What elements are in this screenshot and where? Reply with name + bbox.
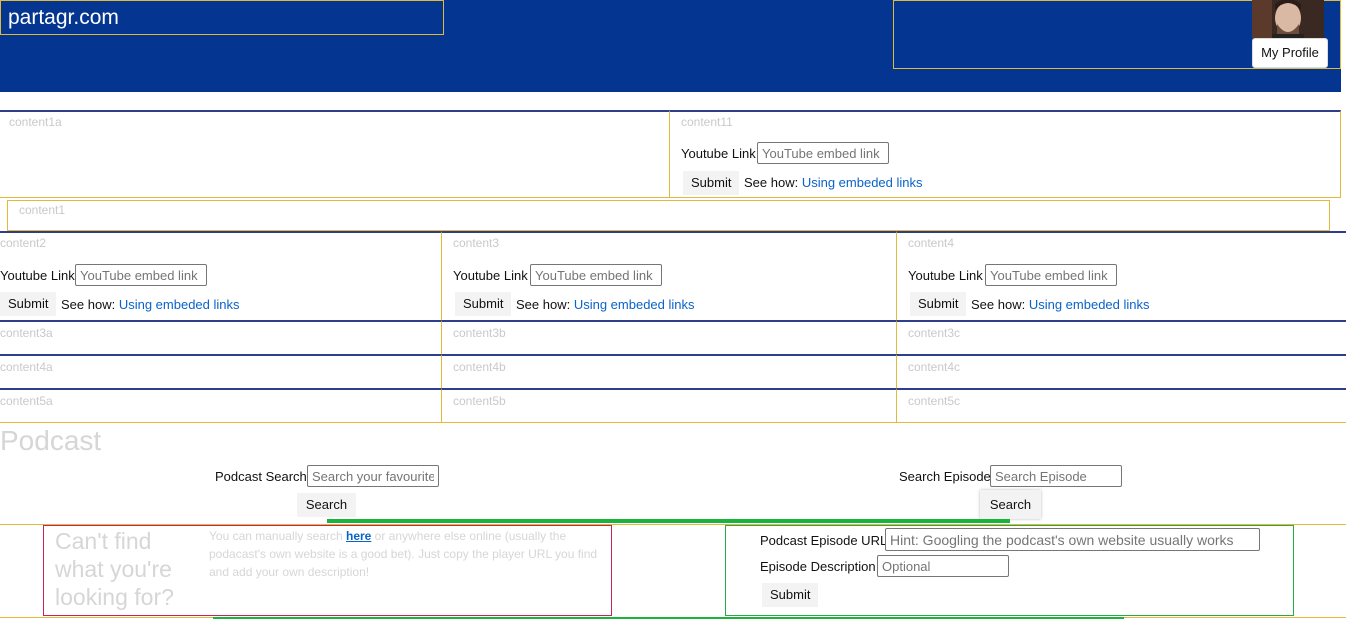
episode-url-input[interactable] (885, 528, 1260, 551)
youtube-link-label: Youtube Link (0, 268, 75, 283)
cell-label: content3c (908, 326, 961, 340)
cell-label: content11 (681, 115, 733, 129)
cell-label: content4 (908, 236, 955, 250)
content-cell-5a (0, 388, 442, 423)
cell-label: content5a (0, 394, 53, 408)
see-how-label: See how: (971, 297, 1026, 312)
green-divider (213, 617, 1124, 619)
youtube-link-input[interactable] (530, 264, 662, 286)
cell-label: content3b (453, 326, 506, 340)
search-progress-bar (327, 519, 1010, 523)
content-cell-3a (0, 320, 442, 355)
content-cell-1a (0, 110, 670, 198)
episode-search-button[interactable]: Search (980, 490, 1041, 519)
podcast-search-button[interactable]: Search (297, 493, 356, 517)
submit-button[interactable]: Submit (683, 171, 740, 195)
embed-help-link[interactable]: Using embeded links (1029, 297, 1150, 312)
cell-label: content3 (453, 236, 500, 250)
youtube-link-input[interactable] (985, 264, 1117, 286)
content-cell-5b (441, 388, 897, 423)
embed-help-link[interactable]: Using embeded links (574, 297, 695, 312)
episode-search-label: Search Episode (899, 469, 991, 484)
my-profile-button[interactable]: My Profile (1252, 38, 1328, 68)
cell-label: content2 (0, 236, 47, 250)
see-how-text: See how: Using embeded links (516, 297, 695, 312)
submit-button[interactable]: Submit (0, 292, 57, 316)
cell-label: content3a (0, 326, 53, 340)
avatar-image-icon (1252, 0, 1324, 38)
embed-help-link[interactable]: Using embeded links (119, 297, 240, 312)
cant-find-heading: Can't find what you're looking for? (55, 528, 174, 610)
episode-search-input[interactable] (990, 465, 1122, 487)
submit-button[interactable]: Submit (455, 292, 512, 316)
see-how-label: See how: (61, 297, 116, 312)
avatar[interactable] (1252, 0, 1324, 38)
youtube-link-input[interactable] (757, 142, 889, 164)
see-how-label: See how: (516, 297, 571, 312)
content-cell-3c (896, 320, 1346, 355)
content-cell-4b (441, 354, 897, 389)
cell-label: content1 (19, 203, 66, 217)
episode-description-input[interactable] (877, 555, 1009, 577)
manual-search-text: You can manually search here or anywhere… (209, 527, 604, 581)
site-title[interactable]: partagr.com (0, 0, 444, 35)
embed-help-link[interactable]: Using embeded links (802, 175, 923, 190)
podcast-section-title: Podcast (0, 425, 102, 456)
see-how-text: See how: Using embeded links (971, 297, 1150, 312)
content-cell-4a (0, 354, 442, 389)
podcast-search-input[interactable] (307, 465, 439, 487)
see-how-text: See how: Using embeded links (61, 297, 240, 312)
content-cell-4c (896, 354, 1346, 389)
manual-search-text-start: You can manually search (209, 529, 346, 543)
cell-label: content4c (908, 360, 961, 374)
manual-search-link[interactable]: here (346, 529, 371, 543)
podcast-search-label: Podcast Search (215, 469, 307, 484)
youtube-link-label: Youtube Link (908, 268, 983, 283)
submit-button[interactable]: Submit (910, 292, 967, 316)
see-how-text: See how: Using embeded links (744, 175, 923, 190)
episode-url-label: Podcast Episode URL (760, 533, 888, 548)
cell-label: content4b (453, 360, 506, 374)
content-cell-1 (7, 200, 1330, 231)
cell-label: content4a (0, 360, 53, 374)
content-cell-5c (896, 388, 1346, 423)
see-how-label: See how: (744, 175, 799, 190)
episode-description-label: Episode Description (760, 559, 876, 574)
youtube-link-label: Youtube Link (453, 268, 528, 283)
cell-label: content5b (453, 394, 506, 408)
youtube-link-label: Youtube Link (681, 146, 756, 161)
cell-label: content1a (9, 115, 62, 129)
episode-submit-button[interactable]: Submit (762, 583, 819, 607)
cell-label: content5c (908, 394, 961, 408)
youtube-link-input[interactable] (75, 264, 207, 286)
content-cell-3b (441, 320, 897, 355)
